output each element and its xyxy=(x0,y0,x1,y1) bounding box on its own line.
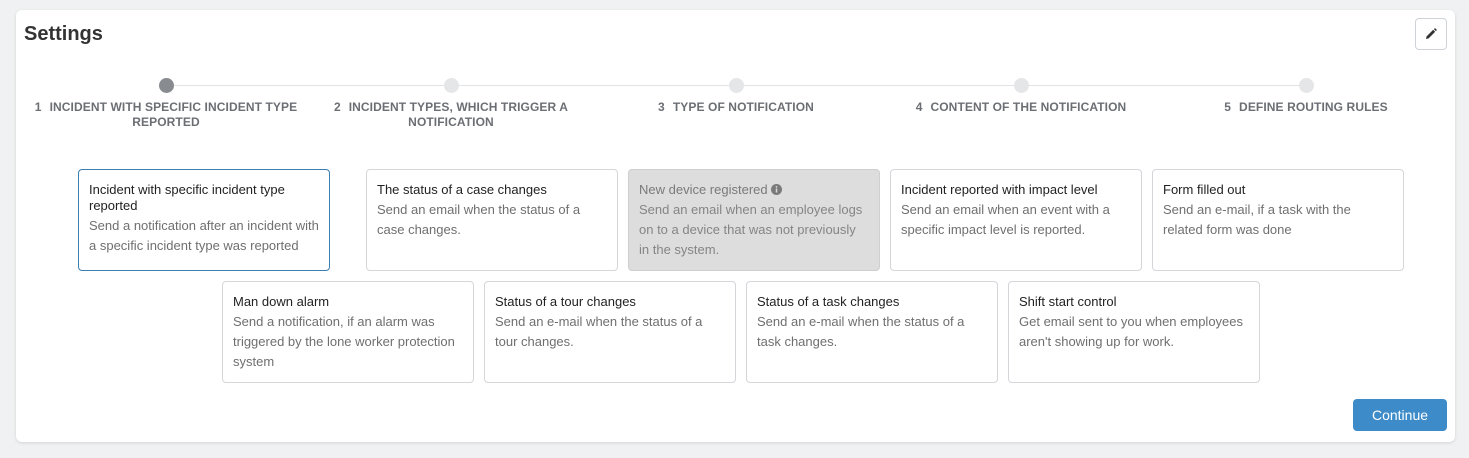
step-2-text: INCIDENT TYPES, WHICH TRIGGER A NOTIFICA… xyxy=(348,100,569,129)
step-1-label: 1 INCIDENT WITH SPECIFIC INCIDENT TYPE RE… xyxy=(16,100,316,130)
card-title: Incident reported with impact level xyxy=(901,182,1098,197)
step-3-label: 3 TYPE OF NOTIFICATION xyxy=(586,100,886,115)
step-5-label: 5 DEFINE ROUTING RULES xyxy=(1156,100,1456,115)
info-icon[interactable] xyxy=(770,184,782,195)
notification-type-card-tour-status[interactable]: Status of a tour changes Send an e-mail … xyxy=(484,281,736,383)
continue-button[interactable]: Continue xyxy=(1353,399,1447,431)
step-2-number: 2 xyxy=(333,100,341,114)
card-title: New device registered xyxy=(639,182,869,198)
step-5[interactable]: 5 DEFINE ROUTING RULES xyxy=(1156,78,1456,115)
card-description: Send an e-mail when the status of a tour… xyxy=(495,314,703,349)
card-description: Send an email when the status of a case … xyxy=(377,202,581,237)
notification-type-card-shift-start[interactable]: Shift start control Get email sent to yo… xyxy=(1008,281,1260,383)
card-description: Send an email when an employee logs on t… xyxy=(639,202,863,257)
settings-panel: Settings 1 INCIDENT WITH SPECIFIC INCIDEN… xyxy=(16,10,1455,442)
card-description: Send an e-mail when the status of a task… xyxy=(757,314,965,349)
step-3-text: TYPE OF NOTIFICATION xyxy=(672,100,814,114)
card-description: Send an email when an event with a speci… xyxy=(901,202,1110,237)
step-4-number: 4 xyxy=(915,100,923,114)
edit-button[interactable] xyxy=(1415,18,1447,50)
card-title: Incident with specific incident type rep… xyxy=(89,182,285,213)
step-2-label: 2 INCIDENT TYPES, WHICH TRIGGER A NOTIFIC… xyxy=(301,100,601,130)
step-1-number: 1 xyxy=(34,100,42,114)
step-4-dot xyxy=(1013,78,1029,93)
step-4[interactable]: 4 CONTENT OF THE NOTIFICATION xyxy=(871,78,1171,115)
card-title: Form filled out xyxy=(1163,182,1246,197)
step-1[interactable]: 1 INCIDENT WITH SPECIFIC INCIDENT TYPE RE… xyxy=(16,78,316,130)
card-title: Status of a tour changes xyxy=(495,294,636,309)
step-5-text: DEFINE ROUTING RULES xyxy=(1239,100,1388,114)
step-1-dot xyxy=(158,78,174,93)
step-3-dot xyxy=(728,78,744,93)
step-2[interactable]: 2 INCIDENT TYPES, WHICH TRIGGER A NOTIFIC… xyxy=(301,78,601,130)
card-title: Shift start control xyxy=(1019,294,1117,309)
card-title: The status of a case changes xyxy=(377,182,547,197)
notification-type-card-man-down[interactable]: Man down alarm Send a notification, if a… xyxy=(222,281,474,383)
step-4-label: 4 CONTENT OF THE NOTIFICATION xyxy=(871,100,1171,115)
card-description: Send a notification, if an alarm was tri… xyxy=(233,314,455,369)
notification-type-card-impact-level[interactable]: Incident reported with impact level Send… xyxy=(890,169,1142,271)
notification-type-card-new-device: New device registered Send an email when… xyxy=(628,169,880,271)
step-2-dot xyxy=(443,78,459,93)
notification-type-card-incident-type[interactable]: Incident with specific incident type rep… xyxy=(78,169,330,271)
page-title: Settings xyxy=(24,23,103,45)
notification-type-card-case-status[interactable]: The status of a case changes Send an ema… xyxy=(366,169,618,271)
card-description: Get email sent to you when employees are… xyxy=(1019,314,1244,349)
card-title-text: New device registered xyxy=(639,182,768,197)
step-5-number: 5 xyxy=(1224,100,1232,114)
card-title: Status of a task changes xyxy=(757,294,900,309)
card-description: Send a notification after an incident wi… xyxy=(89,218,319,253)
notification-type-card-task-status[interactable]: Status of a task changes Send an e-mail … xyxy=(746,281,998,383)
step-1-text: INCIDENT WITH SPECIFIC INCIDENT TYPE REP… xyxy=(49,100,298,129)
step-3-number: 3 xyxy=(658,100,665,114)
step-4-text: CONTENT OF THE NOTIFICATION xyxy=(930,100,1127,114)
card-description: Send an e-mail, if a task with the relat… xyxy=(1163,202,1351,237)
card-title: Man down alarm xyxy=(233,294,330,309)
wizard-stepper: 1 INCIDENT WITH SPECIFIC INCIDENT TYPE RE… xyxy=(16,78,1456,140)
step-3[interactable]: 3 TYPE OF NOTIFICATION xyxy=(586,78,886,115)
step-5-dot xyxy=(1298,78,1314,93)
notification-type-card-form-filled[interactable]: Form filled out Send an e-mail, if a tas… xyxy=(1152,169,1404,271)
pencil-icon xyxy=(1426,28,1437,39)
